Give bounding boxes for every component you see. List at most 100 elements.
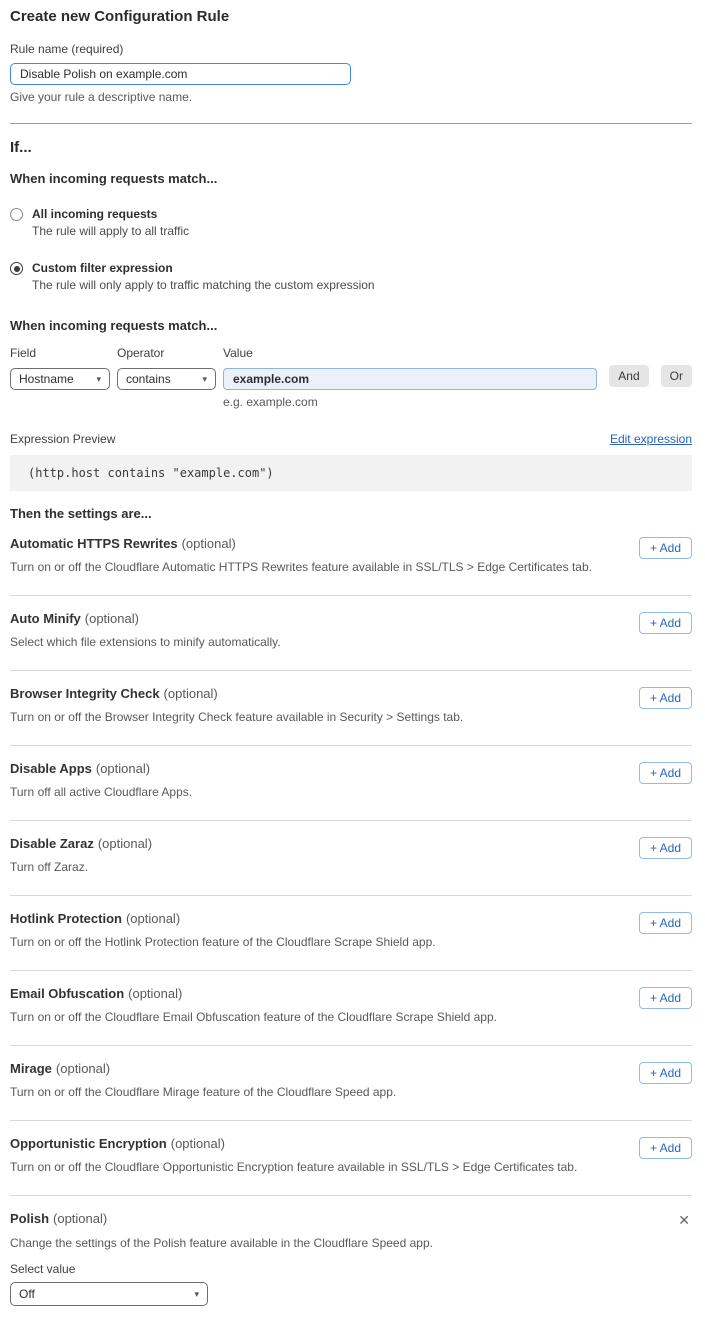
setting-texts: Automatic HTTPS Rewrites (optional) Turn … — [10, 536, 639, 574]
setting-name: Browser Integrity Check — [10, 686, 160, 701]
setting-item: Email Obfuscation (optional) Turn on or o… — [10, 971, 692, 1046]
chevron-down-icon: ▾ — [202, 374, 207, 385]
setting-name: Automatic HTTPS Rewrites — [10, 536, 178, 551]
value-column: Value e.g. example.com — [223, 346, 597, 409]
optional-suffix: (optional) — [85, 611, 139, 626]
polish-header: Polish(optional) ✕ — [10, 1211, 692, 1227]
setting-description: Turn on or off the Browser Integrity Che… — [10, 710, 623, 724]
radio-option-all-requests[interactable]: All incoming requests The rule will appl… — [10, 207, 692, 238]
add-setting-button[interactable]: + Add — [639, 837, 692, 859]
setting-item: Auto Minify (optional) Select which file … — [10, 596, 692, 671]
setting-description: Turn on or off the Hotlink Protection fe… — [10, 935, 623, 949]
setting-item: Hotlink Protection(optional) Turn on or … — [10, 896, 692, 971]
setting-title: Disable Zaraz (optional) — [10, 836, 623, 851]
add-setting-button[interactable]: + Add — [639, 762, 692, 784]
if-section: If... When incoming requests match... Al… — [10, 139, 692, 292]
optional-suffix: (optional) — [56, 1061, 110, 1076]
setting-name: Mirage — [10, 1061, 52, 1076]
optional-suffix: (optional) — [128, 986, 182, 1001]
radio-option-description: The rule will apply to all traffic — [32, 224, 189, 238]
value-hint: e.g. example.com — [223, 395, 597, 409]
setting-texts: Browser Integrity Check(optional) Turn o… — [10, 686, 639, 724]
field-select-value: Hostname — [19, 372, 90, 386]
radio-option-custom-expression[interactable]: Custom filter expression The rule will o… — [10, 261, 692, 292]
polish-description: Change the settings of the Polish featur… — [10, 1236, 692, 1250]
setting-item: Disable Apps (optional) Turn off all acti… — [10, 746, 692, 821]
add-setting-button[interactable]: + Add — [639, 1137, 692, 1159]
setting-description: Turn on or off the Cloudflare Email Obfu… — [10, 1010, 623, 1024]
chevron-down-icon: ▾ — [194, 1289, 199, 1300]
radio-button[interactable] — [10, 208, 23, 221]
setting-texts: Email Obfuscation (optional) Turn on or o… — [10, 986, 639, 1024]
setting-item: Browser Integrity Check(optional) Turn o… — [10, 671, 692, 746]
polish-value-select[interactable]: Off ▾ — [10, 1282, 208, 1306]
setting-title: Browser Integrity Check(optional) — [10, 686, 623, 701]
setting-description: Turn off all active Cloudflare Apps. — [10, 785, 623, 799]
field-label: Field — [10, 346, 110, 360]
optional-suffix: (optional) — [98, 836, 152, 851]
rule-name-label: Rule name (required) — [10, 42, 692, 56]
radio-option-label[interactable]: All incoming requests — [32, 207, 189, 221]
add-setting-button[interactable]: + Add — [639, 1062, 692, 1084]
add-setting-button[interactable]: + Add — [639, 987, 692, 1009]
setting-name: Email Obfuscation — [10, 986, 124, 1001]
setting-texts: Auto Minify (optional) Select which file … — [10, 611, 639, 649]
optional-suffix: (optional) — [171, 1136, 225, 1151]
setting-title: Opportunistic Encryption (optional) — [10, 1136, 623, 1151]
setting-name: Auto Minify — [10, 611, 81, 626]
radio-texts: Custom filter expression The rule will o… — [32, 261, 375, 292]
setting-item: Automatic HTTPS Rewrites (optional) Turn … — [10, 521, 692, 596]
setting-description: Turn off Zaraz. — [10, 860, 623, 874]
optional-suffix: (optional) — [53, 1211, 107, 1226]
expression-code: (http.host contains "example.com") — [10, 455, 692, 491]
field-select[interactable]: Hostname ▾ — [10, 368, 110, 390]
setting-name: Opportunistic Encryption — [10, 1136, 167, 1151]
edit-expression-link[interactable]: Edit expression — [610, 432, 692, 446]
setting-name: Disable Apps — [10, 761, 92, 776]
operator-column: Operator contains ▾ — [117, 346, 216, 409]
setting-item: Mirage (optional) Turn on or off the Clou… — [10, 1046, 692, 1121]
or-button[interactable]: Or — [661, 365, 692, 387]
builder-heading: When incoming requests match... — [10, 318, 692, 333]
value-input[interactable] — [223, 368, 597, 390]
setting-description: Turn on or off the Cloudflare Mirage fea… — [10, 1085, 623, 1099]
setting-texts: Hotlink Protection(optional) Turn on or … — [10, 911, 639, 949]
setting-title: Disable Apps (optional) — [10, 761, 623, 776]
page-title: Create new Configuration Rule — [10, 8, 692, 25]
add-setting-button[interactable]: + Add — [639, 612, 692, 634]
expression-preview-label: Expression Preview — [10, 432, 115, 446]
add-setting-button[interactable]: + Add — [639, 912, 692, 934]
rule-name-input[interactable] — [10, 63, 351, 85]
setting-item: Disable Zaraz(optional) Turn off Zaraz. … — [10, 821, 692, 896]
and-button[interactable]: And — [609, 365, 648, 387]
add-setting-button[interactable]: + Add — [639, 687, 692, 709]
settings-list: Automatic HTTPS Rewrites (optional) Turn … — [10, 521, 692, 1196]
setting-texts: Disable Zaraz (optional) Turn off Zaraz. — [10, 836, 639, 874]
setting-description: Turn on or off the Cloudflare Automatic … — [10, 560, 623, 574]
setting-item-polish-expanded: Polish(optional) ✕ Change the settings o… — [10, 1196, 692, 1306]
expression-preview-section: Expression Preview Edit expression (http… — [10, 432, 692, 491]
operator-select-value: contains — [126, 372, 196, 386]
setting-name: Disable Zaraz — [10, 836, 94, 851]
setting-name: Hotlink Protection — [10, 911, 122, 926]
settings-heading: Then the settings are... — [10, 506, 692, 521]
add-setting-button[interactable]: + Add — [639, 537, 692, 559]
field-column: Field Hostname ▾ — [10, 346, 110, 409]
optional-suffix: (optional) — [96, 761, 150, 776]
polish-select-value: Off — [19, 1287, 188, 1301]
operator-select[interactable]: contains ▾ — [117, 368, 216, 390]
radio-button[interactable] — [10, 262, 23, 275]
close-icon[interactable]: ✕ — [678, 1213, 690, 1227]
setting-description: Turn on or off the Cloudflare Opportunis… — [10, 1160, 623, 1174]
optional-suffix: (optional) — [182, 536, 236, 551]
setting-description: Select which file extensions to minify a… — [10, 635, 623, 649]
create-configuration-rule-page: Create new Configuration Rule Rule name … — [0, 0, 705, 1318]
radio-option-label[interactable]: Custom filter expression — [32, 261, 375, 275]
rule-name-section: Rule name (required) Give your rule a de… — [10, 42, 692, 104]
operator-label: Operator — [117, 346, 216, 360]
setting-title: Auto Minify (optional) — [10, 611, 623, 626]
setting-title: Mirage (optional) — [10, 1061, 623, 1076]
setting-title: Email Obfuscation (optional) — [10, 986, 623, 1001]
setting-item: Opportunistic Encryption (optional) Turn … — [10, 1121, 692, 1196]
match-heading: When incoming requests match... — [10, 171, 692, 186]
